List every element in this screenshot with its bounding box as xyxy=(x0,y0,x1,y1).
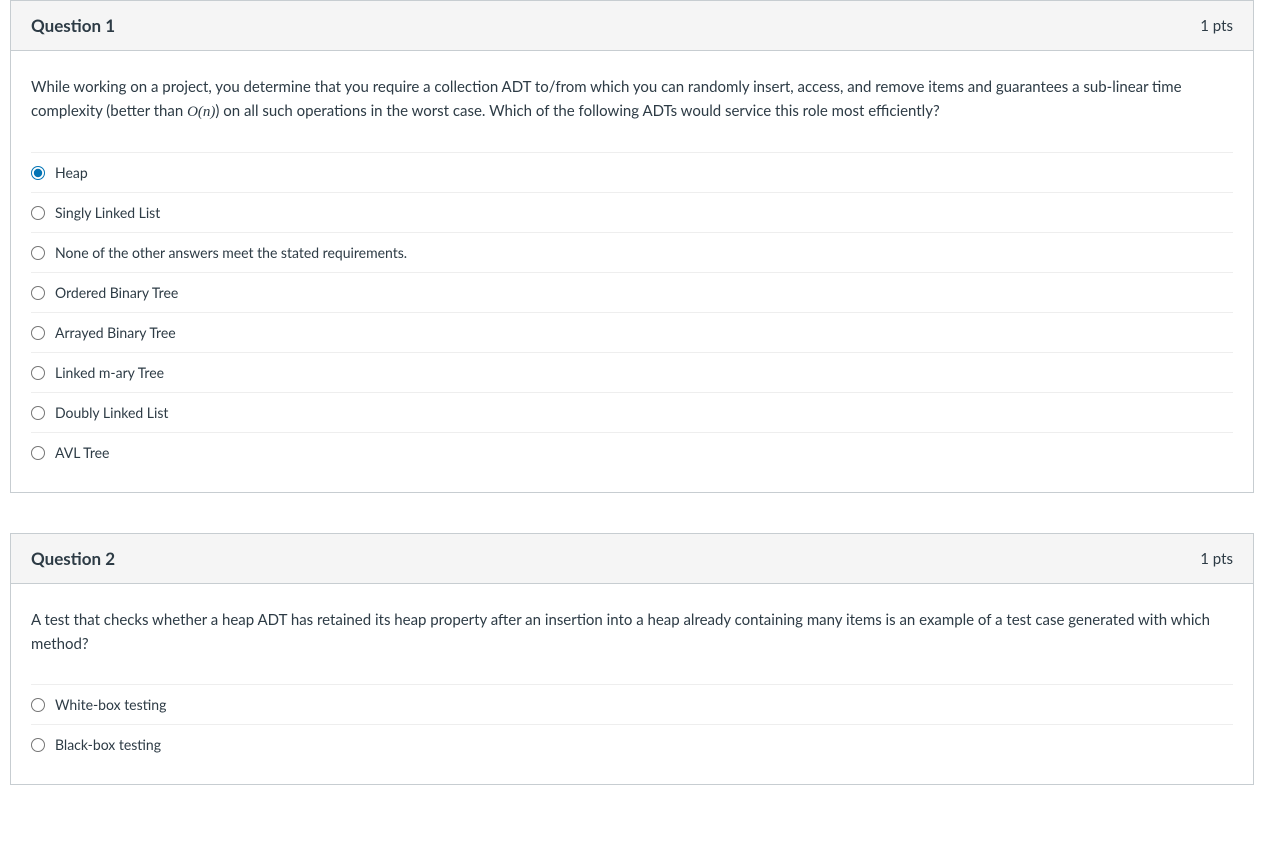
answer-option[interactable]: Arrayed Binary Tree xyxy=(31,313,1233,353)
question-header: Question 1 1 pts xyxy=(11,1,1253,51)
answers-list: White-box testing Black-box testing xyxy=(31,684,1233,764)
answer-radio[interactable] xyxy=(31,326,45,340)
question-text-after: ) on all such operations in the worst ca… xyxy=(215,102,939,120)
answer-radio[interactable] xyxy=(31,246,45,260)
question-text-before: A test that checks whether a heap ADT ha… xyxy=(31,611,1210,653)
question-points: 1 pts xyxy=(1200,17,1233,35)
question-title: Question 2 xyxy=(31,548,115,569)
answer-radio[interactable] xyxy=(31,446,45,460)
answer-radio[interactable] xyxy=(31,166,45,180)
answer-label: Linked m-ary Tree xyxy=(55,364,164,381)
answers-list: Heap Singly Linked List None of the othe… xyxy=(31,152,1233,472)
question-title: Question 1 xyxy=(31,15,115,36)
answer-radio[interactable] xyxy=(31,698,45,712)
answer-label: AVL Tree xyxy=(55,444,109,461)
answer-label: Doubly Linked List xyxy=(55,404,168,421)
answer-label: Arrayed Binary Tree xyxy=(55,324,176,341)
question-text: A test that checks whether a heap ADT ha… xyxy=(31,608,1233,656)
answer-option[interactable]: White-box testing xyxy=(31,685,1233,725)
answer-radio[interactable] xyxy=(31,206,45,220)
answer-option[interactable]: AVL Tree xyxy=(31,433,1233,472)
answer-option[interactable]: Ordered Binary Tree xyxy=(31,273,1233,313)
answer-label: Black-box testing xyxy=(55,736,161,753)
answer-option[interactable]: None of the other answers meet the state… xyxy=(31,233,1233,273)
question-points: 1 pts xyxy=(1200,550,1233,568)
answer-option[interactable]: Singly Linked List xyxy=(31,193,1233,233)
question-text: While working on a project, you determin… xyxy=(31,75,1233,124)
answer-label: Heap xyxy=(55,164,88,181)
answer-option[interactable]: Doubly Linked List xyxy=(31,393,1233,433)
answer-radio[interactable] xyxy=(31,366,45,380)
answer-radio[interactable] xyxy=(31,738,45,752)
question-body: While working on a project, you determin… xyxy=(11,51,1253,492)
answer-radio[interactable] xyxy=(31,406,45,420)
answer-label: White-box testing xyxy=(55,696,166,713)
answer-label: None of the other answers meet the state… xyxy=(55,244,407,261)
answer-label: Singly Linked List xyxy=(55,204,160,221)
answer-radio[interactable] xyxy=(31,286,45,300)
question-body: A test that checks whether a heap ADT ha… xyxy=(11,584,1253,784)
question-text-math: O(n) xyxy=(187,104,215,120)
question-card: Question 2 1 pts A test that checks whet… xyxy=(10,533,1254,785)
answer-option[interactable]: Linked m-ary Tree xyxy=(31,353,1233,393)
answer-label: Ordered Binary Tree xyxy=(55,284,178,301)
answer-option[interactable]: Black-box testing xyxy=(31,725,1233,764)
answer-option[interactable]: Heap xyxy=(31,153,1233,193)
question-card: Question 1 1 pts While working on a proj… xyxy=(10,0,1254,493)
question-header: Question 2 1 pts xyxy=(11,534,1253,584)
